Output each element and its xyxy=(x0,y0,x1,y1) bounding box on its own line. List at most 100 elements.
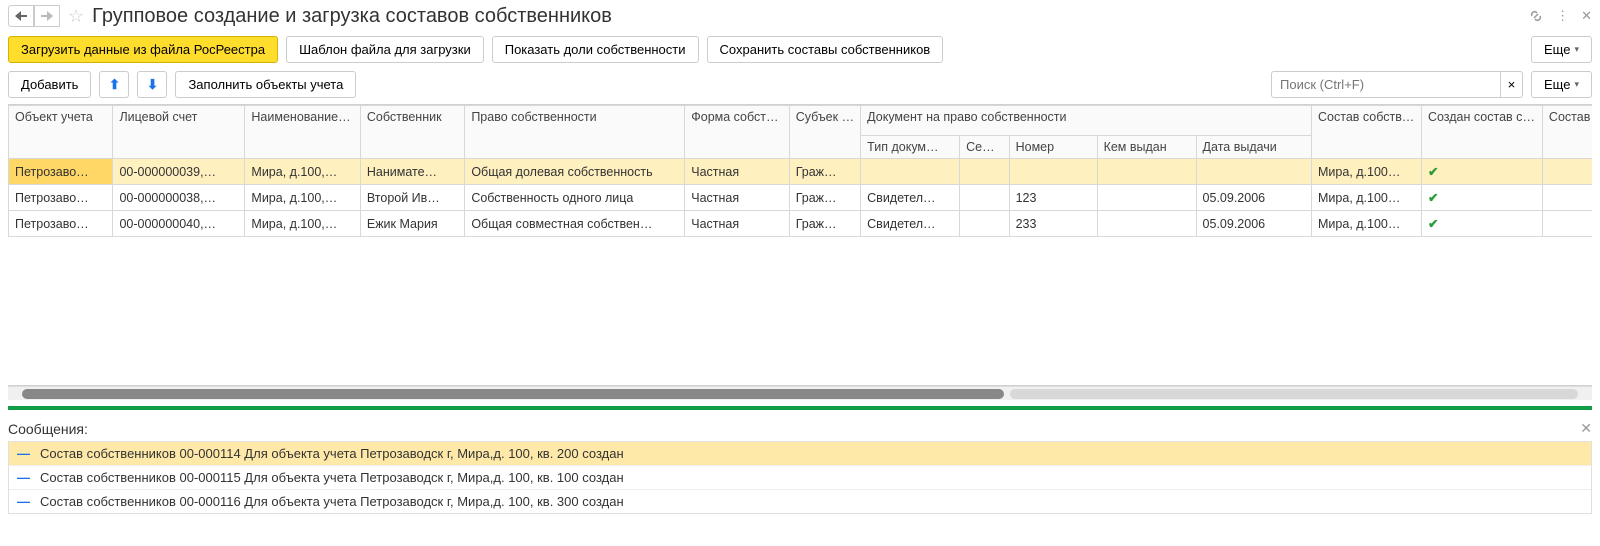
col-created[interactable]: Создан состав собственников xyxy=(1421,106,1542,159)
col-series[interactable]: Се… xyxy=(960,136,1009,159)
table-cell[interactable]: Мира, д.100,… xyxy=(245,211,360,237)
favorite-star-icon[interactable]: ☆ xyxy=(68,6,84,27)
col-owner[interactable]: Собственник xyxy=(360,106,464,159)
created-cell[interactable]: ✔ xyxy=(1421,159,1542,185)
attached-cell[interactable] xyxy=(1542,159,1592,185)
arrow-right-icon xyxy=(41,11,53,21)
table-cell[interactable]: 123 xyxy=(1009,185,1097,211)
search-clear-button[interactable]: × xyxy=(1501,71,1523,98)
fill-objects-button[interactable]: Заполнить объекты учета xyxy=(175,71,356,98)
table-cell[interactable] xyxy=(960,159,1009,185)
col-doc-group[interactable]: Документ на право собственности xyxy=(861,106,1312,136)
table-cell[interactable]: 05.09.2006 xyxy=(1196,185,1311,211)
table-cell[interactable]: Собственность одного лица xyxy=(465,185,685,211)
table-cell[interactable] xyxy=(960,185,1009,211)
col-object[interactable]: Объект учета xyxy=(9,106,113,159)
table-cell[interactable]: Петрозаво… xyxy=(9,185,113,211)
table-cell[interactable]: 00-000000039,… xyxy=(113,159,245,185)
attached-cell[interactable] xyxy=(1542,211,1592,237)
table-cell[interactable] xyxy=(960,211,1009,237)
add-button[interactable]: Добавить xyxy=(8,71,91,98)
created-cell[interactable]: ✔ xyxy=(1421,211,1542,237)
table-cell[interactable]: Частная xyxy=(685,185,789,211)
table-cell[interactable]: Частная xyxy=(685,159,789,185)
table-cell[interactable]: Мира, д.100,… xyxy=(245,185,360,211)
table-cell[interactable]: Общая долевая собственность xyxy=(465,159,685,185)
table-cell[interactable]: 00-000000040,… xyxy=(113,211,245,237)
table-cell[interactable]: Нанимате… xyxy=(360,159,464,185)
table-cell[interactable]: Общая совместная собствен… xyxy=(465,211,685,237)
separator-bar xyxy=(8,406,1592,410)
template-button[interactable]: Шаблон файла для загрузки xyxy=(286,36,484,63)
col-subject[interactable]: Субъек права xyxy=(789,106,860,159)
table-cell[interactable] xyxy=(1009,159,1097,185)
link-icon[interactable] xyxy=(1528,8,1544,24)
col-account[interactable]: Лицевой счет xyxy=(113,106,245,159)
table-cell[interactable]: Граж… xyxy=(789,159,860,185)
messages-close-icon[interactable]: ✕ xyxy=(1580,420,1592,437)
messages-title: Сообщения: xyxy=(8,421,88,437)
table-cell[interactable]: Мира, д.100,… xyxy=(245,159,360,185)
table-cell[interactable] xyxy=(1196,159,1311,185)
page-title: Групповое создание и загрузка составов с… xyxy=(92,5,1528,28)
table-cell[interactable]: Частная xyxy=(685,211,789,237)
load-rosreestr-button[interactable]: Загрузить данные из файла РосРеестра xyxy=(8,36,278,63)
table-cell[interactable]: Мира, д.100… xyxy=(1312,211,1422,237)
table-cell[interactable]: 00-000000038,… xyxy=(113,185,245,211)
message-item[interactable]: —Состав собственников 00-000116 Для объе… xyxy=(9,490,1591,513)
table-cell[interactable]: 233 xyxy=(1009,211,1097,237)
horizontal-scrollbar[interactable] xyxy=(8,386,1592,400)
attached-cell[interactable] xyxy=(1542,185,1592,211)
more-button[interactable]: Еще xyxy=(1531,36,1592,63)
table-more-button[interactable]: Еще xyxy=(1531,71,1592,98)
nav-forward-button[interactable] xyxy=(34,5,60,27)
message-text: Состав собственников 00-000115 Для объек… xyxy=(40,470,624,485)
created-cell[interactable]: ✔ xyxy=(1421,185,1542,211)
titlebar: ☆ Групповое создание и загрузка составов… xyxy=(0,0,1600,32)
col-form[interactable]: Форма собственнос xyxy=(685,106,789,159)
check-icon: ✔ xyxy=(1428,165,1438,179)
col-attached[interactable]: Состав привязан к ли xyxy=(1542,106,1592,159)
table-cell[interactable]: Петрозаво… xyxy=(9,159,113,185)
message-text: Состав собственников 00-000114 Для объек… xyxy=(40,446,624,461)
table-cell[interactable]: Свидетел… xyxy=(861,211,960,237)
arrow-up-icon: ⬆ xyxy=(109,77,120,93)
col-name[interactable]: Наименование состава xyxy=(245,106,360,159)
table-cell[interactable]: Свидетел… xyxy=(861,185,960,211)
table-cell[interactable] xyxy=(1097,211,1196,237)
col-issued-by[interactable]: Кем выдан xyxy=(1097,136,1196,159)
message-item[interactable]: —Состав собственников 00-000114 Для объе… xyxy=(9,442,1591,466)
show-shares-button[interactable]: Показать доли собственности xyxy=(492,36,699,63)
table-cell[interactable]: Ежик Мария xyxy=(360,211,464,237)
col-number[interactable]: Номер xyxy=(1009,136,1097,159)
save-owners-button[interactable]: Сохранить составы собственников xyxy=(707,36,944,63)
table-row[interactable]: Петрозаво…00-000000039,…Мира, д.100,…Нан… xyxy=(9,159,1593,185)
table-cell[interactable]: Мира, д.100… xyxy=(1312,185,1422,211)
col-doc-type[interactable]: Тип докум… xyxy=(861,136,960,159)
table-cell[interactable]: Второй Ив… xyxy=(360,185,464,211)
scrollbar-track xyxy=(1010,389,1578,399)
check-icon: ✔ xyxy=(1428,217,1438,231)
table-cell[interactable] xyxy=(1097,185,1196,211)
table-cell[interactable] xyxy=(861,159,960,185)
table-cell[interactable]: Петрозаво… xyxy=(9,211,113,237)
table-cell[interactable]: Граж… xyxy=(789,211,860,237)
col-right[interactable]: Право собственности xyxy=(465,106,685,159)
table-row[interactable]: Петрозаво…00-000000040,…Мира, д.100,…Ежи… xyxy=(9,211,1593,237)
col-issue-date[interactable]: Дата выдачи xyxy=(1196,136,1311,159)
close-icon[interactable]: ✕ xyxy=(1581,8,1592,24)
table-row[interactable]: Петрозаво…00-000000038,…Мира, д.100,…Вто… xyxy=(9,185,1593,211)
table-cell[interactable] xyxy=(1097,159,1196,185)
scrollbar-thumb[interactable] xyxy=(22,389,1004,399)
col-comp[interactable]: Состав собственнико xyxy=(1312,106,1422,159)
move-down-button[interactable]: ⬇ xyxy=(137,71,167,98)
table-cell[interactable]: Граж… xyxy=(789,185,860,211)
message-item[interactable]: —Состав собственников 00-000115 Для объе… xyxy=(9,466,1591,490)
arrow-left-icon xyxy=(15,11,27,21)
more-vertical-icon[interactable]: ⋮ xyxy=(1556,8,1569,24)
move-up-button[interactable]: ⬆ xyxy=(99,71,129,98)
table-cell[interactable]: Мира, д.100… xyxy=(1312,159,1422,185)
table-cell[interactable]: 05.09.2006 xyxy=(1196,211,1311,237)
nav-back-button[interactable] xyxy=(8,5,34,27)
search-input[interactable] xyxy=(1271,71,1501,98)
